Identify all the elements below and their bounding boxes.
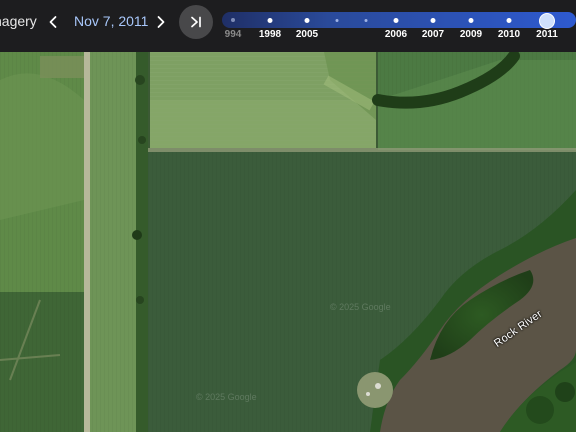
skip-to-latest-icon xyxy=(191,16,201,28)
timeline-tick[interactable] xyxy=(393,18,399,23)
timeline-year[interactable]: 994 xyxy=(225,29,242,40)
timeline-tick[interactable] xyxy=(304,18,310,23)
timeline-tick[interactable] xyxy=(430,18,436,23)
timeline-tick[interactable] xyxy=(335,19,339,22)
chevron-right-icon xyxy=(157,16,165,28)
next-date-button[interactable] xyxy=(146,9,176,35)
timeline-tick[interactable] xyxy=(231,18,235,22)
imagery-title: nagery xyxy=(0,13,37,29)
copyright-watermark: © 2025 Google xyxy=(330,302,391,312)
timeline-tick[interactable] xyxy=(506,18,512,23)
map-imagery xyxy=(0,0,576,432)
timeline-tick[interactable] xyxy=(267,18,273,23)
timeline-year[interactable]: 1998 xyxy=(259,29,281,40)
timeline-handle[interactable] xyxy=(539,13,555,29)
timeline-year[interactable]: 2009 xyxy=(460,29,482,40)
current-date[interactable]: Nov 7, 2011 xyxy=(74,13,148,29)
timeline-year-selected[interactable]: 2011 xyxy=(536,29,558,40)
chevron-left-icon xyxy=(49,16,57,28)
timeline-year[interactable]: 2005 xyxy=(296,29,318,40)
timeline-year[interactable]: 2007 xyxy=(422,29,444,40)
copyright-watermark: © 2025 Google xyxy=(196,392,257,402)
skip-to-latest-button[interactable] xyxy=(179,5,213,39)
satellite-map[interactable]: Rock River © 2025 Google © 2025 Google xyxy=(0,0,576,432)
timeline-tick[interactable] xyxy=(468,18,474,23)
timeline-year[interactable]: 2010 xyxy=(498,29,520,40)
previous-date-button[interactable] xyxy=(38,9,68,35)
timeline-year[interactable]: 2006 xyxy=(385,29,407,40)
timeline-track[interactable] xyxy=(222,12,576,28)
imagery-timeline[interactable]: 994 1998 2005 2006 2007 2009 2010 2011 xyxy=(222,0,576,52)
historical-imagery-bar: nagery Nov 7, 2011 994 1998 2005 2006 xyxy=(0,0,576,52)
timeline-tick[interactable] xyxy=(364,19,368,22)
